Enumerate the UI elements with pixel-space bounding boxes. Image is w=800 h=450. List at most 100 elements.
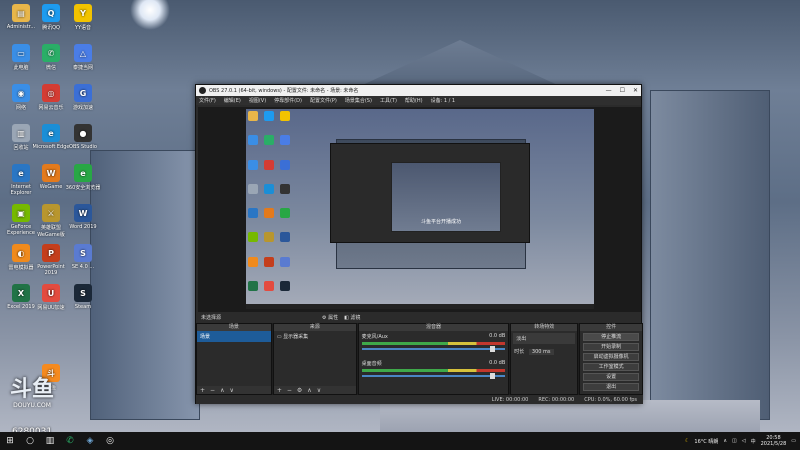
system-tray: ☾ 16°C 晴朗 ∧ ◫ ◁ 中 20:58 2021/5/28 ▭ [685, 435, 796, 447]
preview-taskbar [246, 304, 594, 309]
mic-volume-slider[interactable] [361, 346, 506, 352]
obs-menubar: 文件(F) 编辑(E) 视图(V) 停靠部件(D) 配置文件(P) 场景集合(S… [196, 96, 641, 105]
menu-tools[interactable]: 工具(T) [380, 97, 397, 104]
desktop-icon[interactable]: Y YY语音 [64, 4, 102, 31]
exit-button[interactable]: 退出 [583, 383, 639, 391]
move-down-button[interactable]: ∨ [229, 387, 233, 394]
scenes-header: 场景 [197, 324, 271, 331]
desktop-icon-glyph: U [42, 284, 60, 302]
desktop-icon[interactable]: e 360安全浏览器 [64, 164, 102, 191]
add-source-button[interactable]: + [277, 387, 282, 394]
obs-preview[interactable]: 斗鱼平台开播成功 [198, 107, 641, 312]
ime-indicator[interactable]: 中 [751, 438, 756, 445]
obs-docks: 场景 场景 + − ∧ ∨ 来源 ▭ 显示器采集 + − ⚙ ∧ ∨ 混音器 麦… [196, 323, 643, 395]
desktop-icon-label: Steam [74, 304, 92, 310]
virtual-camera-button[interactable]: 启动虚拟摄像机 [583, 353, 639, 361]
preview-caption: 斗鱼平台开播成功 [421, 219, 462, 225]
source-settings-icon[interactable]: ⚙ [297, 387, 302, 394]
mixer-track-desktop: 桌面音频 0.0 dB [359, 358, 509, 379]
minimize-icon[interactable]: — [606, 87, 612, 94]
desktop-icon-glyph: ▤ [12, 4, 30, 22]
close-icon[interactable]: ✕ [633, 87, 638, 94]
preview-nested-obs: 斗鱼平台开播成功 [330, 143, 530, 243]
menu-view[interactable]: 视图(V) [249, 97, 266, 104]
desktop-icon-label: Word 2019 [69, 224, 97, 230]
douyu-watermark: 斗鱼 DOUYU.COM [6, 378, 58, 420]
move-up-button[interactable]: ∧ [220, 387, 224, 394]
filters-button[interactable]: ◧ 滤镜 [344, 314, 360, 321]
scenes-footer: + − ∧ ∨ [197, 386, 271, 394]
clock-date: 2021/5/28 [760, 441, 787, 447]
desktop-icon-label: SE 4.0 ... [71, 264, 95, 270]
wechat-taskbar-icon[interactable]: ✆ [64, 435, 76, 447]
obs-logo-icon [199, 87, 206, 94]
start-icon[interactable]: ⊞ [4, 435, 16, 447]
desktop-track-db: 0.0 dB [489, 360, 506, 366]
start-recording-button[interactable]: 开始录制 [583, 343, 639, 351]
sources-footer: + − ⚙ ∧ ∨ [273, 386, 356, 394]
obs-taskbar-icon[interactable]: ◎ [104, 435, 116, 447]
desktop-icon[interactable]: ● OBS Studio [64, 124, 102, 150]
menu-file[interactable]: 文件(F) [199, 97, 216, 104]
desktop-icon[interactable]: △ 泰捷当网 [64, 44, 102, 71]
menu-device[interactable]: 设备: 1 / 1 [431, 97, 456, 104]
sources-header: 来源 [273, 324, 356, 331]
live-timer: LIVE: 00:00:00 [491, 396, 529, 403]
desktop-icon-glyph: ◐ [12, 244, 30, 262]
desktop-icon[interactable]: W Word 2019 [64, 204, 102, 230]
clock[interactable]: 20:58 2021/5/28 [761, 435, 787, 447]
scene-item[interactable]: 场景 [197, 331, 271, 342]
desktop-icon-glyph: e [74, 164, 92, 182]
desktop-icon[interactable]: S Steam [64, 284, 102, 310]
menu-edit[interactable]: 编辑(E) [224, 97, 241, 104]
volume-icon[interactable]: ◁ [742, 438, 746, 444]
menu-help[interactable]: 帮助(H) [405, 97, 423, 104]
obs-window[interactable]: OBS 27.0.1 (64-bit, windows) - 配置文件: 未命名… [195, 84, 643, 404]
desktop-meter [361, 369, 506, 372]
search-icon[interactable]: ○ [24, 435, 36, 447]
task-view-icon[interactable]: ▥ [44, 435, 56, 447]
menu-profile[interactable]: 配置文件(P) [310, 97, 337, 104]
studio-mode-button[interactable]: 工作室模式 [583, 363, 639, 371]
maximize-icon[interactable]: ☐ [620, 87, 625, 94]
tray-arrow-icon[interactable]: ∧ [723, 438, 727, 444]
menu-docks[interactable]: 停靠部件(D) [274, 97, 302, 104]
notification-icon[interactable]: ▭ [791, 438, 796, 444]
desktop-icon[interactable]: S SE 4.0 ... [64, 244, 102, 270]
desktop-icon-glyph: ◎ [42, 84, 60, 102]
douyu-logo: 斗鱼 [9, 377, 54, 402]
remove-source-button[interactable]: − [287, 387, 292, 394]
obs-titlebar[interactable]: OBS 27.0.1 (64-bit, windows) - 配置文件: 未命名… [196, 85, 641, 96]
duration-label: 时长 [514, 349, 525, 355]
stop-stream-button[interactable]: 停止推流 [583, 333, 639, 341]
source-down-button[interactable]: ∨ [317, 387, 321, 394]
source-item-label: 显示器采集 [283, 334, 309, 340]
desktop-icon-glyph: ▭ [12, 44, 30, 62]
source-item[interactable]: ▭ 显示器采集 [274, 331, 356, 342]
steam-taskbar-icon[interactable]: ◈ [84, 435, 96, 447]
desktop-icon-glyph: e [12, 164, 30, 182]
desktop-volume-slider[interactable] [361, 373, 506, 379]
network-icon[interactable]: ◫ [732, 438, 737, 444]
preview-desktop-icons [248, 111, 290, 301]
rec-timer: REC: 00:00:00 [538, 396, 575, 403]
preview-canvas: 斗鱼平台开播成功 [246, 109, 594, 309]
desktop-icon-glyph: Q [42, 4, 60, 22]
remove-scene-button[interactable]: − [210, 387, 215, 394]
settings-button[interactable]: 设置 [583, 373, 639, 381]
desktop-icon-glyph: △ [74, 44, 92, 62]
controls-header: 控件 [580, 324, 642, 331]
weather-text[interactable]: 16°C 晴朗 [694, 438, 718, 445]
properties-button[interactable]: ⚙ 属性 [322, 314, 338, 321]
add-scene-button[interactable]: + [200, 387, 205, 394]
transition-select[interactable]: 淡出 [513, 333, 576, 344]
desktop-icon[interactable]: G 游戏加速 [64, 84, 102, 111]
desktop-icon-glyph: G [74, 84, 92, 102]
obs-statusbar: LIVE: 00:00:00 REC: 00:00:00 CPU: 0.0%, … [196, 395, 643, 404]
menu-scene-collection[interactable]: 场景集合(S) [345, 97, 372, 104]
duration-input[interactable]: 300 ms [528, 349, 554, 355]
light-beam [130, 0, 170, 30]
source-up-button[interactable]: ∧ [307, 387, 311, 394]
weather-icon: ☾ [684, 438, 690, 444]
desktop-icon-label: YY语音 [74, 25, 92, 31]
